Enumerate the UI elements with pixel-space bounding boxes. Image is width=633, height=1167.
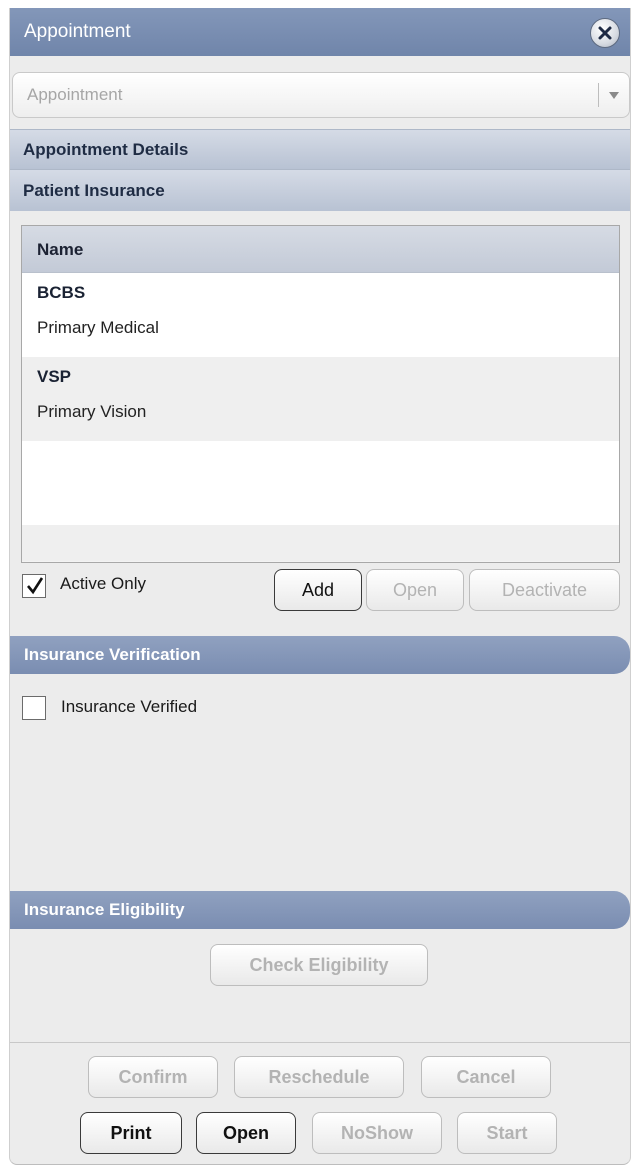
insurance-eligibility-header: Insurance Eligibility [10,891,630,929]
close-icon [598,26,612,40]
print-button[interactable]: Print [80,1112,182,1154]
noshow-button[interactable]: NoShow [312,1112,442,1154]
open-appointment-button[interactable]: Open [196,1112,296,1154]
empty-list-row [22,525,619,561]
confirm-button[interactable]: Confirm [88,1056,218,1098]
active-only-checkbox[interactable] [22,574,46,598]
check-eligibility-label: Check Eligibility [249,954,389,975]
cancel-button[interactable]: Cancel [421,1056,551,1098]
appointment-panel: Appointment Appointment Appointment Deta… [9,8,631,1165]
insurance-name: BCBS [37,283,86,302]
deactivate-button[interactable]: Deactivate [469,569,620,611]
insurance-type: Primary Medical [37,318,159,337]
insurance-verification-title: Insurance Verification [24,645,201,664]
start-label: Start [486,1122,528,1143]
close-button[interactable] [590,18,620,48]
confirm-label: Confirm [118,1066,188,1087]
empty-list-row [22,441,619,525]
window-title: Appointment [24,21,131,42]
insurance-verification-header: Insurance Verification [10,636,630,674]
reschedule-button[interactable]: Reschedule [234,1056,404,1098]
patient-insurance-title: Patient Insurance [23,181,165,200]
chevron-down-icon [609,92,619,99]
select-divider [598,83,599,107]
open-insurance-label: Open [392,579,438,600]
footer-divider [10,1042,630,1043]
start-button[interactable]: Start [457,1112,557,1154]
reschedule-label: Reschedule [268,1066,370,1087]
print-label: Print [110,1122,152,1143]
check-eligibility-button[interactable]: Check Eligibility [210,944,428,986]
appointment-type-select[interactable]: Appointment [12,72,630,118]
active-only-label: Active Only [60,574,146,593]
type-select-value: Appointment [27,85,123,104]
list-item[interactable]: BCBS Primary Medical [22,273,619,357]
title-bar: Appointment [10,8,630,56]
insurance-verified-label: Insurance Verified [61,697,198,716]
noshow-label: NoShow [341,1122,413,1143]
patient-insurance-header[interactable]: Patient Insurance [10,169,630,211]
insurance-type: Primary Vision [37,402,147,421]
insurance-eligibility-title: Insurance Eligibility [24,900,185,919]
open-insurance-button[interactable]: Open [366,569,464,611]
deactivate-label: Deactivate [501,579,588,600]
name-column-label: Name [37,240,84,259]
name-column-header[interactable]: Name [22,226,619,273]
appointment-details-header[interactable]: Appointment Details [10,129,630,169]
list-item[interactable]: VSP Primary Vision [22,357,619,441]
cancel-label: Cancel [456,1066,516,1087]
insurance-name: VSP [37,367,72,386]
insurance-verified-checkbox[interactable] [22,696,46,720]
add-button-label: Add [301,579,335,600]
appointment-details-title: Appointment Details [23,140,189,159]
add-button[interactable]: Add [274,569,362,611]
checkmark-icon [27,577,44,595]
open-appointment-label: Open [222,1122,269,1143]
insurance-list: Name BCBS Primary Medical VSP Primary Vi… [21,225,620,563]
